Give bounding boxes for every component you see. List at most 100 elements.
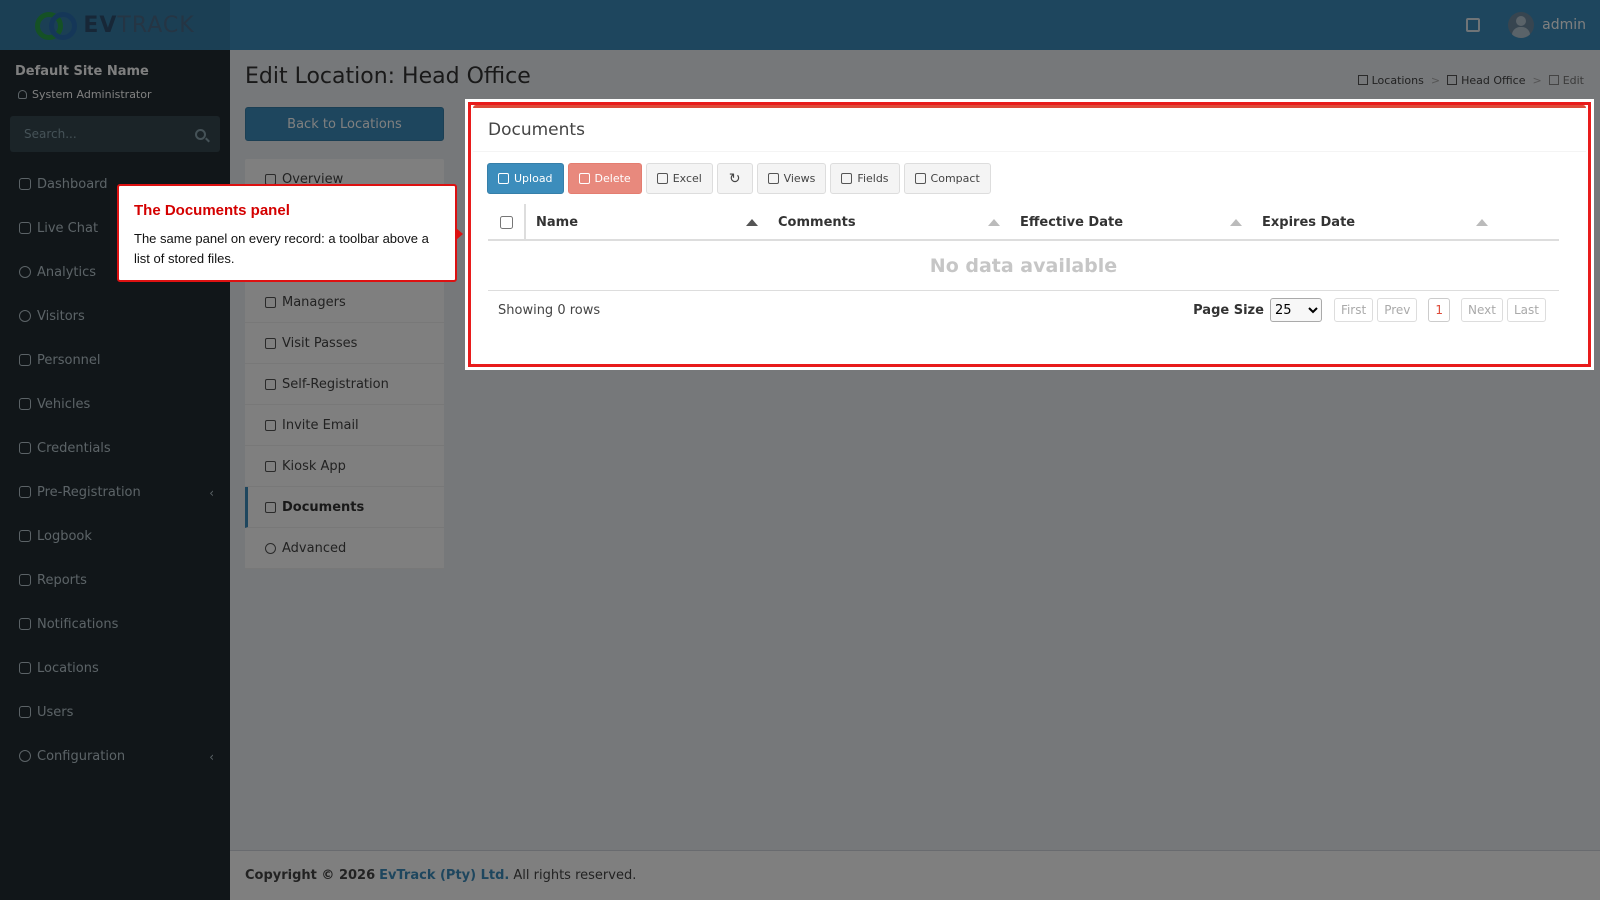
column-label: Name: [536, 214, 579, 230]
map-icon: [1447, 75, 1458, 85]
file-upload-icon: [498, 173, 509, 184]
excel-label: Excel: [672, 172, 702, 185]
delete-button[interactable]: Delete: [567, 163, 642, 194]
cog-icon: [19, 750, 31, 762]
breadcrumb: Locations > Head Office > Edit: [1357, 74, 1584, 87]
next-page-button[interactable]: Next: [1461, 298, 1503, 322]
breadcrumb-label: Locations: [1371, 74, 1424, 87]
views-button[interactable]: Views: [756, 163, 827, 194]
sidebar-item-label: Locations: [37, 660, 99, 676]
breadcrumb-separator: >: [1430, 74, 1441, 87]
eye-icon: [19, 310, 31, 322]
column-header-comments[interactable]: Comments: [768, 204, 1010, 240]
back-to-locations-button[interactable]: Back to Locations: [245, 107, 444, 141]
column-label: Comments: [778, 214, 856, 230]
sidebar-item-label: Reports: [37, 572, 87, 588]
page-title: Edit Location: Head Office: [245, 64, 531, 89]
breadcrumb-edit: Edit: [1548, 74, 1584, 87]
footer-company-link[interactable]: EvTrack (Pty) Ltd.: [379, 868, 509, 883]
first-page-button[interactable]: First: [1333, 298, 1374, 322]
logo[interactable]: EVTRACK: [0, 0, 230, 50]
tab-kiosk-app[interactable]: Kiosk App: [245, 446, 444, 487]
sidebar-item-vehicles[interactable]: Vehicles: [0, 382, 230, 426]
sidebar-item-reports[interactable]: Reports: [0, 558, 230, 602]
column-label: Expires Date: [1262, 214, 1356, 230]
tab-label: Self-Registration: [282, 376, 389, 392]
breadcrumb-head-office[interactable]: Head Office: [1447, 74, 1525, 87]
sidebar-item-configuration[interactable]: Configuration ‹: [0, 734, 230, 778]
callout-title: The Documents panel: [134, 202, 290, 219]
envelope-icon: [265, 419, 276, 431]
sidebar-item-users[interactable]: Users: [0, 690, 230, 734]
table-icon: [656, 173, 668, 184]
footer-copyright: Copyright © 2026: [245, 868, 376, 883]
callout-pointer-icon: [456, 228, 463, 240]
sidebar-item-visitors[interactable]: Visitors: [0, 294, 230, 338]
tab-advanced[interactable]: Advanced: [245, 528, 444, 569]
grid-header: Name Comments Effective Date Expires Dat…: [488, 204, 1559, 241]
bookmark-icon: [767, 173, 779, 184]
sidebar-item-logbook[interactable]: Logbook: [0, 514, 230, 558]
sidebar-item-personnel[interactable]: Personnel: [0, 338, 230, 382]
refresh-button[interactable]: ↻: [716, 163, 753, 194]
badge-icon: [19, 442, 31, 454]
pencil-icon: [1548, 75, 1559, 85]
tab-self-registration[interactable]: Self-Registration: [245, 364, 444, 405]
chat-icon: [19, 618, 31, 630]
sidebar-item-label: Credentials: [37, 440, 111, 456]
tab-label: Managers: [282, 294, 346, 310]
tab-managers[interactable]: Managers: [245, 282, 444, 323]
select-all-checkbox[interactable]: [499, 215, 513, 229]
person-icon: [19, 354, 31, 366]
last-page-button[interactable]: Last: [1507, 298, 1546, 322]
tab-visit-passes[interactable]: Visit Passes: [245, 323, 444, 364]
building-icon[interactable]: [1466, 18, 1481, 32]
current-page-button[interactable]: 1: [1428, 298, 1451, 322]
compact-button[interactable]: Compact: [903, 163, 991, 194]
username[interactable]: admin: [1542, 17, 1586, 33]
tab-documents[interactable]: Documents: [245, 487, 444, 528]
logo-mark-icon: [35, 10, 78, 40]
sidebar-item-label: Pre-Registration: [37, 484, 141, 500]
page-size-label: Page Size: [1193, 302, 1264, 318]
column-header-expires-date[interactable]: Expires Date: [1252, 204, 1498, 240]
sidebar-item-label: Users: [37, 704, 74, 720]
sidebar-item-locations[interactable]: Locations: [0, 646, 230, 690]
sidebar-item-credentials[interactable]: Credentials: [0, 426, 230, 470]
sidebar-item-pre-registration[interactable]: Pre-Registration ‹: [0, 470, 230, 514]
overview-icon: [265, 173, 276, 185]
car-icon: [19, 398, 31, 410]
fields-button[interactable]: Fields: [830, 163, 900, 194]
grid-footer: Showing 0 rows Page Size 102550100 First…: [488, 295, 1559, 325]
avatar[interactable]: [1508, 12, 1535, 38]
upload-button[interactable]: Upload: [487, 163, 564, 194]
tour-callout: The Documents panel The same panel on ev…: [117, 184, 463, 282]
sort-icon: [988, 218, 1000, 226]
user-icon: [18, 90, 27, 99]
excel-button[interactable]: Excel: [645, 163, 713, 194]
sidebar-item-notifications[interactable]: Notifications: [0, 602, 230, 646]
breadcrumb-locations[interactable]: Locations: [1357, 74, 1424, 87]
trash-icon: [578, 173, 590, 184]
footer: Copyright © 2026 EvTrack (Pty) Ltd. All …: [230, 850, 1600, 900]
column-header-name[interactable]: Name: [526, 204, 768, 240]
column-header-effective-date[interactable]: Effective Date: [1010, 204, 1252, 240]
documents-title: Documents: [488, 120, 585, 140]
sidebar-search-input[interactable]: [24, 127, 174, 141]
fields-label: Fields: [857, 172, 889, 185]
sidebar-item-label: Analytics: [37, 264, 97, 280]
tab-invite-email[interactable]: Invite Email: [245, 405, 444, 446]
book-icon: [19, 530, 31, 542]
page-size-select[interactable]: 102550100: [1269, 298, 1322, 322]
documents-panel: Documents Upload Delete Excel ↻ Views Fi…: [473, 105, 1586, 364]
logo-text-track: TRACK: [117, 12, 195, 38]
map-icon: [1357, 75, 1368, 85]
sidebar-item-label: Visitors: [37, 308, 85, 324]
empty-state: No data available: [488, 241, 1559, 291]
prev-page-button[interactable]: Prev: [1377, 298, 1418, 322]
breadcrumb-label: Head Office: [1461, 74, 1526, 87]
pager: Page Size 102550100 First Prev 1 Next La…: [1193, 298, 1559, 322]
document-icon: [265, 501, 276, 513]
search-icon[interactable]: [195, 128, 206, 140]
calendar-icon: [265, 337, 276, 349]
